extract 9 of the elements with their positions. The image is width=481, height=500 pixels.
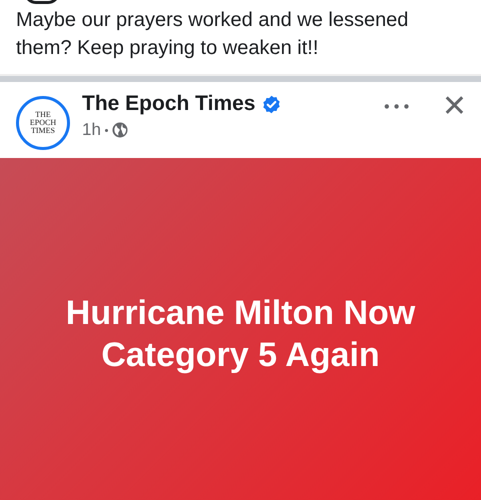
post-time: 1h [82, 120, 101, 140]
headline-banner[interactable]: Hurricane Milton Now Category 5 Again [0, 158, 481, 500]
headline: Hurricane Milton Now Category 5 Again [64, 293, 416, 376]
globe-icon [112, 122, 128, 138]
author-name[interactable]: The Epoch Times [82, 92, 256, 116]
post-text: Maybe our prayers worked and we lessened them? Keep praying to weaken it!! [16, 8, 410, 61]
close-button[interactable]: ✕ [442, 92, 467, 122]
more-button[interactable]: ••• [382, 98, 412, 116]
page-avatar[interactable]: THE EPOCH TIMES [16, 96, 70, 150]
